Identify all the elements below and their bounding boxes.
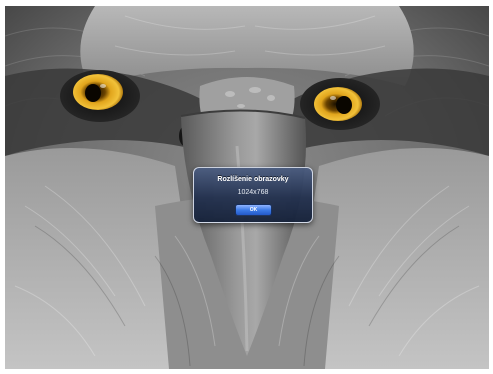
screen-resolution-alert: Rozlíšenie obrazovky 1024x768 OK xyxy=(193,167,313,223)
alert-title: Rozlíšenie obrazovky xyxy=(217,176,289,183)
left-eye xyxy=(73,74,123,110)
ok-button[interactable]: OK xyxy=(235,204,272,216)
right-eye xyxy=(314,87,362,121)
resolution-value: 1024x768 xyxy=(237,189,269,196)
tablet-screen: Rozlíšenie obrazovky 1024x768 OK xyxy=(5,6,489,369)
